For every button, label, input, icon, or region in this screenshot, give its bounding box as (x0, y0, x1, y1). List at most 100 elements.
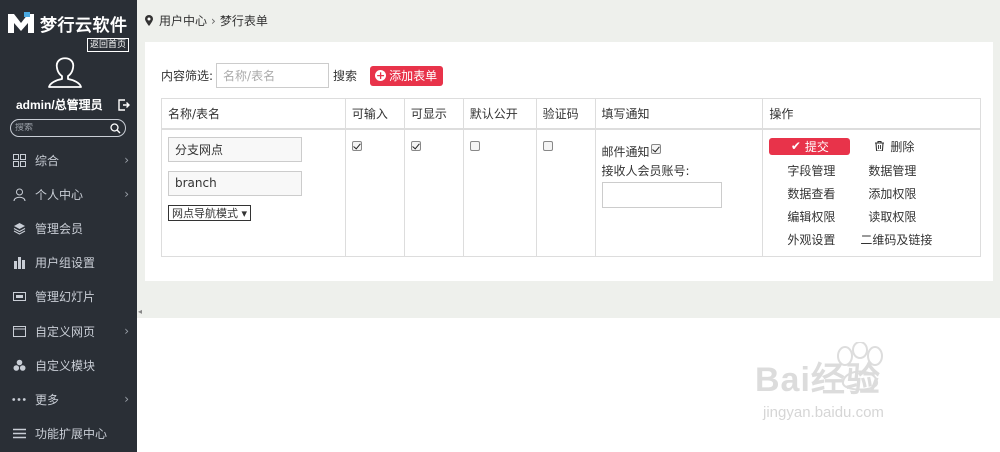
user-name: admin/总管理员 (16, 98, 103, 112)
filter-bar: 内容筛选: 搜索 + 添加表单 (161, 63, 444, 88)
submit-button[interactable]: ✔ 提交 (769, 137, 851, 155)
cell-captcha (535, 128, 596, 257)
delete-link[interactable]: 删除 (875, 138, 914, 155)
sidebar-item-label: 更多 (35, 392, 60, 407)
table-name-input[interactable] (168, 170, 302, 196)
user-row: admin/总管理员 (16, 96, 130, 113)
logo-m-icon (8, 12, 34, 33)
chevron-right-icon: › (124, 153, 129, 168)
sidebar-search-input[interactable] (15, 123, 105, 133)
sidebar-item-5[interactable]: 自定义网页 › (0, 314, 137, 348)
sidebar-item-label: 用户组设置 (35, 256, 96, 271)
add-form-label: 添加表单 (389, 69, 438, 83)
logout-icon[interactable] (118, 98, 130, 111)
sidebar-item-2[interactable]: 管理会员 (0, 211, 137, 245)
receiver-input[interactable] (601, 181, 722, 208)
filter-input[interactable] (216, 63, 330, 88)
dots-icon (12, 392, 26, 406)
submit-label: 提交 (804, 139, 829, 154)
check-icon: ✔ (790, 139, 801, 153)
data-view-link[interactable]: 数据查看 (787, 185, 835, 202)
col-header-name: 名称/表名 (161, 98, 346, 130)
qrcode-link[interactable]: 二维码及链接 (860, 231, 932, 248)
sidebar-item-label: 个人中心 (35, 187, 84, 202)
sidebar-item-1[interactable]: 个人中心 › (0, 177, 137, 211)
public-default-checkbox[interactable] (469, 140, 480, 151)
sidebar-item-6[interactable]: 自定义模块 (0, 348, 137, 382)
col-header-actions: 操作 (762, 98, 981, 130)
cell-name: 网点导航模式 ▾ (161, 128, 346, 257)
layers-icon (12, 221, 26, 235)
cubes-icon (12, 358, 26, 372)
cell-inputable (344, 128, 405, 257)
read-permission-link[interactable]: 读取权限 (868, 208, 916, 225)
captcha-checkbox[interactable] (542, 140, 553, 151)
forms-table: 名称/表名 可输入 可显示 默认公开 验证码 填写通知 操作 网点导航模式 ▾ (161, 98, 981, 257)
sidebar-item-label: 综合 (35, 153, 60, 168)
sidebar-search[interactable] (10, 119, 126, 137)
form-name-input[interactable] (168, 136, 302, 162)
receiver-label: 接收人会员账号: (601, 163, 690, 178)
cell-displayable (403, 128, 464, 257)
watermark: Bai经验 jingyan.baidu.com (755, 340, 955, 430)
logo-text: 梦行云软件 (40, 15, 128, 36)
col-header-inputable: 可输入 (344, 98, 405, 130)
col-header-displayable: 可显示 (403, 98, 464, 130)
breadcrumb-separator: › (211, 13, 216, 28)
trash-icon (875, 141, 885, 151)
email-notify-checkbox[interactable] (650, 144, 661, 154)
sidebar-item-4[interactable]: 管理幻灯片 (0, 280, 137, 314)
sidebar-item-3[interactable]: 用户组设置 (0, 246, 137, 280)
sidebar-item-7[interactable]: 更多 › (0, 382, 137, 416)
col-header-public: 默认公开 (462, 98, 537, 130)
sidebar-item-label: 管理幻灯片 (35, 290, 96, 305)
col-header-notify: 填写通知 (594, 98, 764, 130)
cell-actions: ✔ 提交 删除 字段管理 数据管理 数据查看 添加权限 编辑权限 读取权限 外观… (762, 128, 981, 257)
sidebar-item-8[interactable]: 功能扩展中心 (0, 417, 137, 451)
cell-notify: 邮件通知 接收人会员账号: (594, 128, 764, 257)
col-header-captcha: 验证码 (535, 98, 596, 130)
actions-group: ✔ 提交 删除 字段管理 数据管理 数据查看 添加权限 编辑权限 读取权限 外观… (769, 136, 974, 248)
slides-icon (12, 290, 26, 304)
sidebar-item-label: 自定义模块 (35, 358, 96, 373)
form-panel: 内容筛选: 搜索 + 添加表单 名称/表名 可输入 可显示 默认公开 验证码 (145, 42, 993, 281)
table-row: 网点导航模式 ▾ 邮件通知 接收人会员账号: (161, 128, 981, 257)
avatar[interactable] (46, 52, 84, 88)
sidebar-item-label: 自定义网页 (35, 324, 96, 339)
menu-lines-icon (12, 427, 26, 441)
app-logo[interactable]: 梦行云软件 (6, 10, 128, 36)
chevron-right-icon: › (124, 187, 129, 202)
chevron-right-icon: › (124, 324, 129, 339)
main-content: 用户中心 › 梦行表单 内容筛选: 搜索 + 添加表单 名称/表名 可输入 可显… (137, 0, 1000, 318)
appearance-settings-link[interactable]: 外观设置 (787, 231, 835, 248)
add-form-button[interactable]: + 添加表单 (370, 65, 444, 86)
collapse-dot-icon: ◂ (138, 307, 143, 316)
search-button[interactable]: 搜索 (333, 67, 357, 84)
filter-label: 内容筛选: (161, 69, 214, 83)
breadcrumb: 用户中心 › 梦行表单 (145, 12, 268, 29)
displayable-checkbox[interactable] (410, 140, 421, 151)
watermark-text: Bai经验 (755, 361, 881, 399)
mode-select[interactable]: 网点导航模式 ▾ (168, 204, 252, 221)
data-manage-link[interactable]: 数据管理 (868, 162, 916, 179)
delete-label: 删除 (890, 139, 915, 154)
add-permission-link[interactable]: 添加权限 (868, 185, 916, 202)
watermark-subtext: jingyan.baidu.com (763, 404, 884, 421)
sidebar-item-label: 管理会员 (35, 221, 84, 236)
email-notify-label: 邮件通知 (601, 144, 650, 159)
home-link[interactable]: 返回首页 (87, 38, 130, 52)
user-icon (12, 187, 26, 201)
sidebar-item-label: 功能扩展中心 (35, 427, 108, 442)
buildings-icon (12, 256, 26, 270)
search-icon[interactable] (110, 122, 121, 134)
inputable-checkbox[interactable] (351, 140, 362, 151)
location-pin-icon (145, 15, 153, 26)
breadcrumb-root[interactable]: 用户中心 (159, 12, 207, 29)
plus-circle-icon: + (375, 69, 387, 82)
sidebar-menu: 综合 › 个人中心 › 管理会员用户组设置管理幻灯片自定义网页 › 自定义模块更多 › 功能扩展… (0, 143, 137, 451)
sidebar-item-0[interactable]: 综合 › (0, 143, 137, 177)
chevron-right-icon: › (124, 392, 129, 407)
field-manage-link[interactable]: 字段管理 (787, 162, 835, 179)
email-notify-row: 邮件通知 (602, 143, 757, 160)
edit-permission-link[interactable]: 编辑权限 (787, 208, 835, 225)
